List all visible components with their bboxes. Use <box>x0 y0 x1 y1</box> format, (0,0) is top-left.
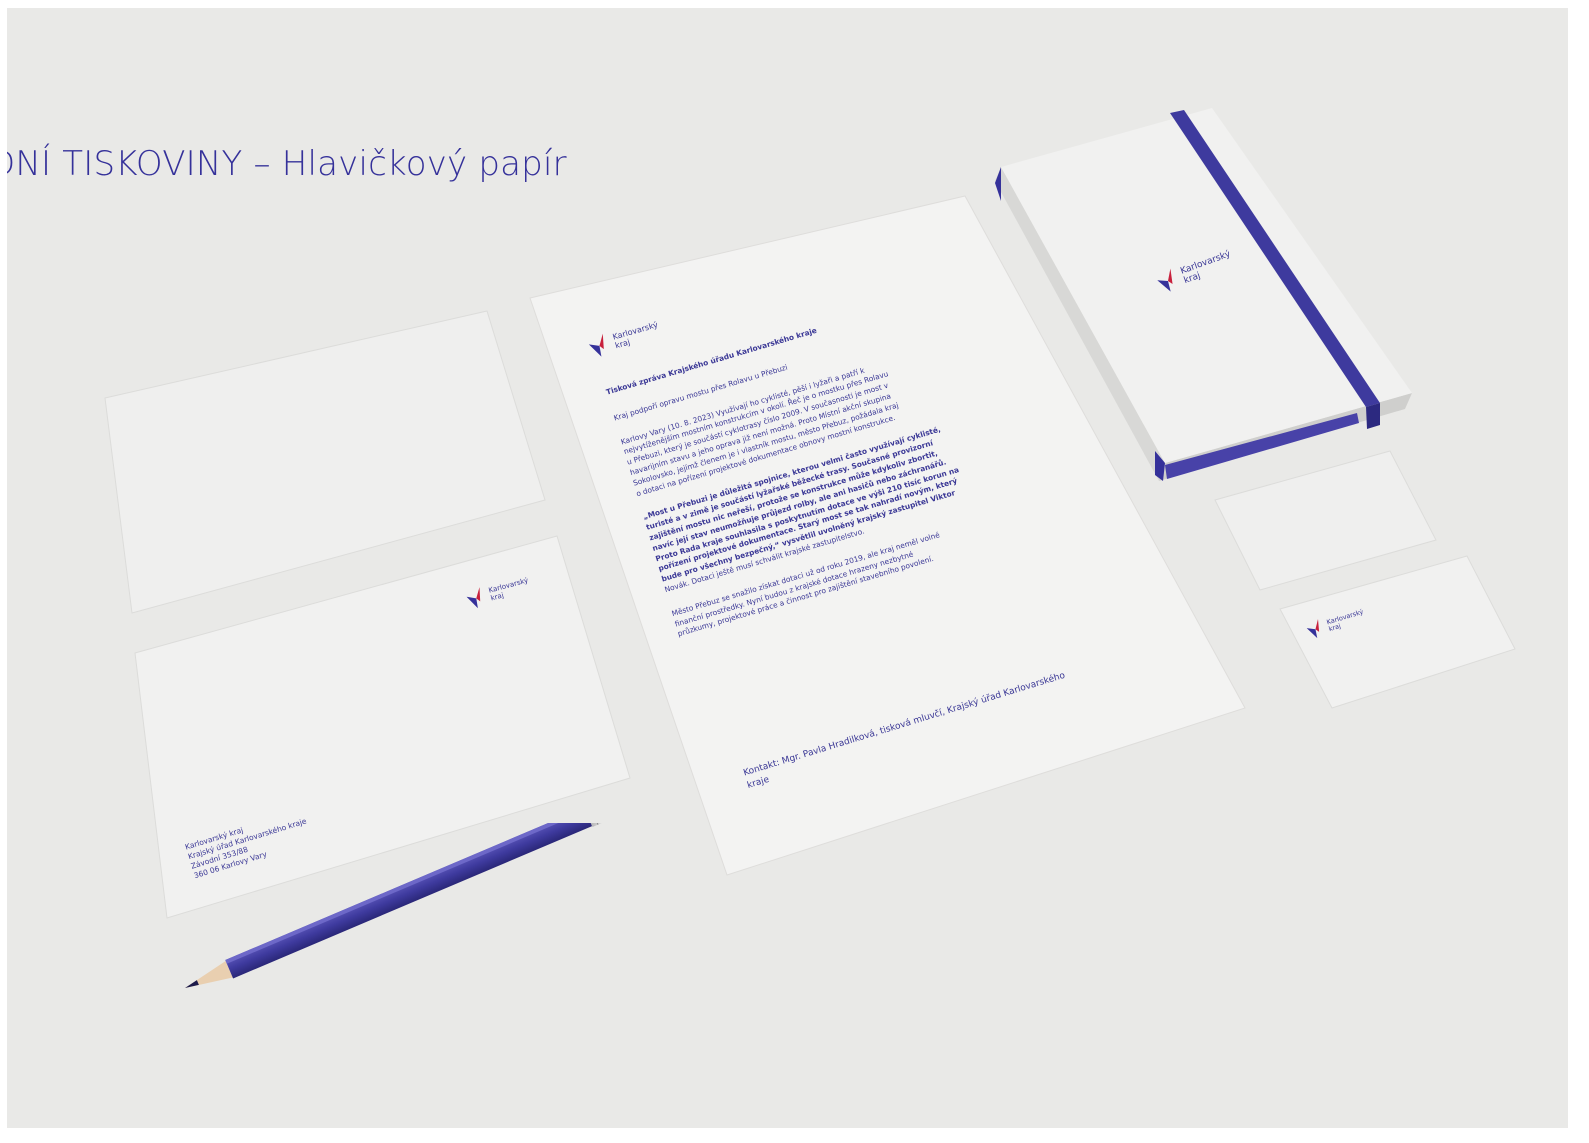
mockup-scene: DNÍ TISKOVINY – Hlavičkový papír Karlova… <box>7 8 1568 1128</box>
page-title: DNÍ TISKOVINY – Hlavičkový papír <box>7 144 567 184</box>
notebook <box>995 108 1412 481</box>
